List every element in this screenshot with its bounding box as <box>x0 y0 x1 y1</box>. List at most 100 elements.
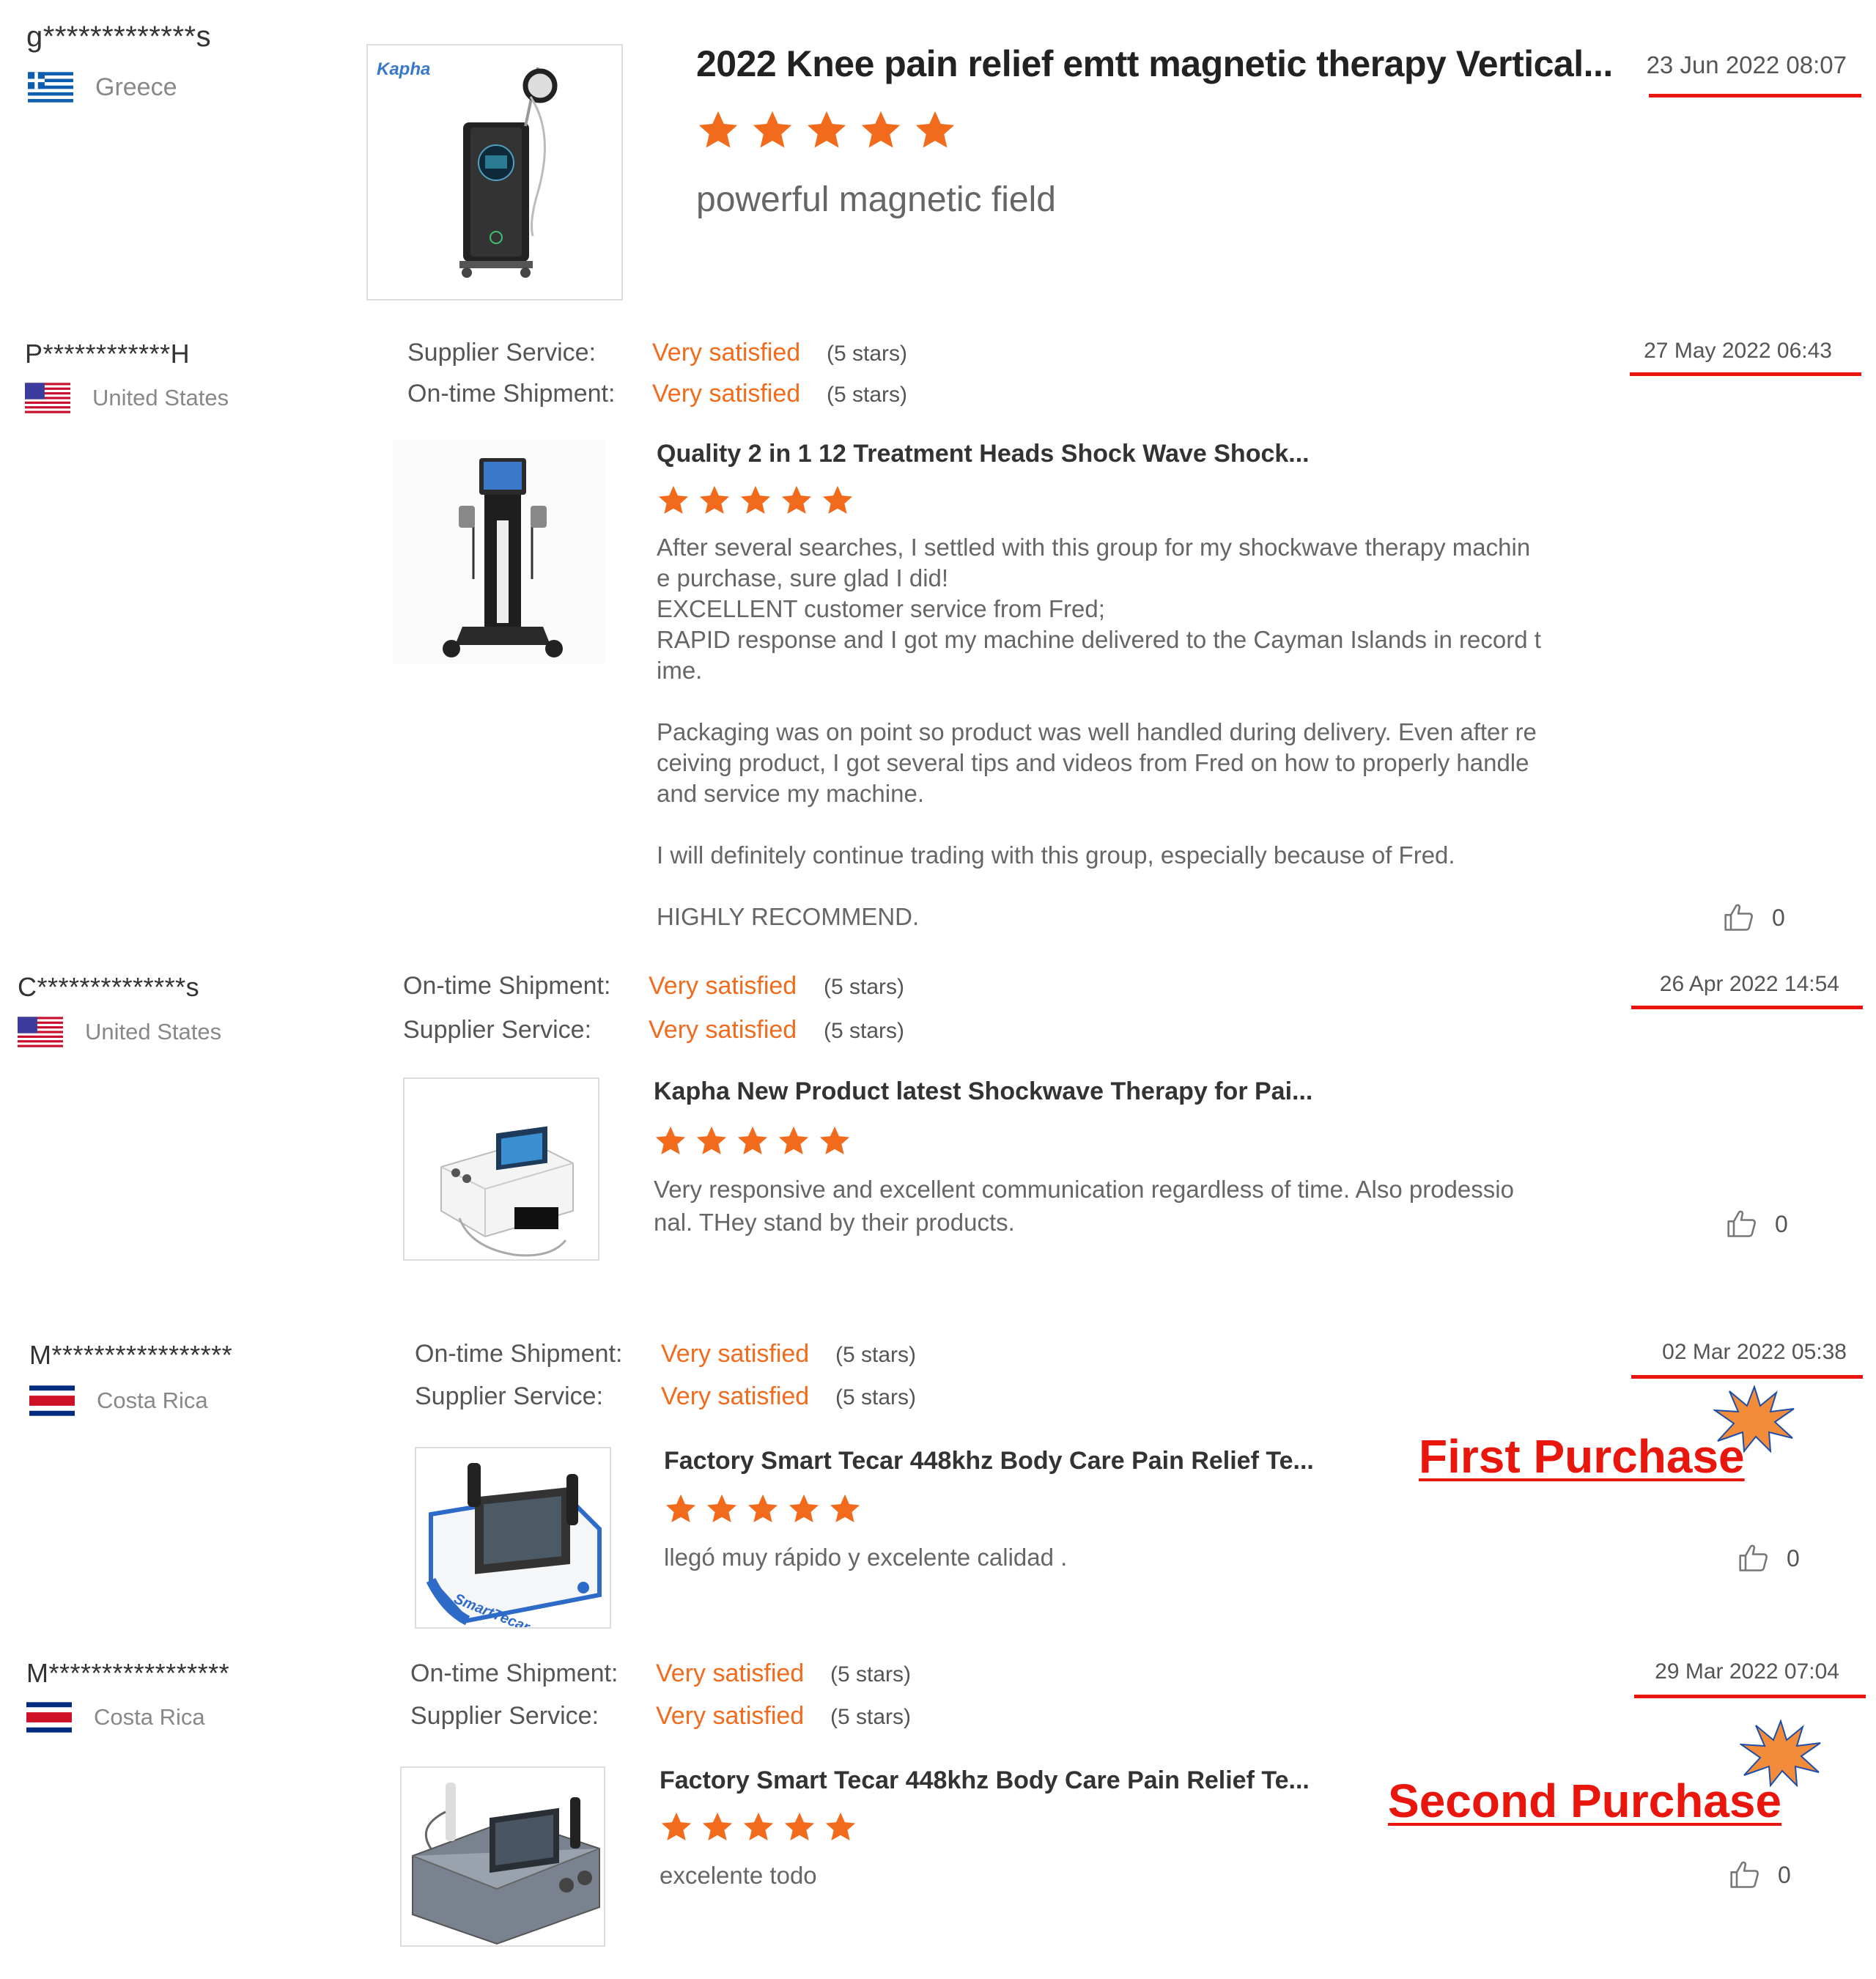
star-icon <box>699 485 730 515</box>
star-icon <box>915 111 955 148</box>
reviewer-country: United States <box>18 1017 221 1047</box>
tecar-device-image: SmartTecar <box>426 1463 602 1627</box>
brand-logo: Kapha <box>377 59 430 79</box>
reviewer-country: Costa Rica <box>26 1702 205 1733</box>
like-count: 0 <box>1778 1861 1791 1888</box>
star-icon <box>778 1126 809 1155</box>
star-icon <box>658 485 689 515</box>
reviewer-name: g*************s <box>26 21 212 53</box>
reviewer-name: M***************** <box>26 1658 230 1688</box>
review-text: llegó muy rápido y excelente calidad . <box>664 1544 1068 1571</box>
costa-rica-flag-icon <box>26 1702 72 1733</box>
like-button[interactable]: 0 <box>1728 1859 1791 1891</box>
star-icon <box>861 111 901 148</box>
shockwave-machine-image <box>443 458 563 657</box>
review-date: 23 Jun 2022 08:07 <box>1646 51 1847 78</box>
rating-label: Supplier Service: <box>407 339 597 366</box>
star-icon <box>740 485 771 515</box>
star-icon <box>743 1812 774 1841</box>
product-title[interactable]: Kapha New Product latest Shockwave Thera… <box>654 1077 1312 1106</box>
star-icon <box>807 111 846 148</box>
product-image[interactable] <box>403 1077 599 1261</box>
product-title[interactable]: Factory Smart Tecar 448khz Body Care Pai… <box>664 1447 1314 1475</box>
review-text: excelente todo <box>660 1862 817 1889</box>
thumbs-up-icon[interactable] <box>1725 1208 1759 1240</box>
rating-label: Supplier Service: <box>410 1702 599 1730</box>
rating-value: Very satisfied <box>649 972 797 1000</box>
rating-value: Very satisfied <box>661 1340 810 1368</box>
product-image[interactable] <box>400 1766 605 1947</box>
rating-value: Very satisfied <box>661 1382 810 1410</box>
rating-stars-count: (5 stars) <box>835 1385 917 1409</box>
like-button[interactable]: 0 <box>1725 1208 1788 1240</box>
product-title[interactable]: 2022 Knee pain relief emtt magnetic ther… <box>696 43 1613 85</box>
rating-value: Very satisfied <box>649 1016 797 1044</box>
usa-flag-icon <box>18 1017 63 1047</box>
tecar-device-image <box>412 1783 600 1945</box>
star-icon <box>781 485 812 515</box>
star-icon <box>661 1812 692 1841</box>
reviewer-name: P************H <box>25 339 191 369</box>
star-icon <box>753 111 792 148</box>
product-image[interactable] <box>393 440 605 663</box>
rating-label: On-time Shipment: <box>403 972 611 1000</box>
star-rating <box>696 108 957 152</box>
rating-value: Very satisfied <box>656 1659 805 1687</box>
review-date: 02 Mar 2022 05:38 <box>1662 1340 1847 1364</box>
like-button[interactable]: 0 <box>1737 1542 1800 1574</box>
star-rating <box>664 1492 862 1526</box>
review-date: 29 Mar 2022 07:04 <box>1655 1659 1839 1684</box>
thumbs-up-icon[interactable] <box>1728 1859 1762 1891</box>
thumbs-up-icon[interactable] <box>1722 902 1756 934</box>
rating-label: On-time Shipment: <box>407 380 616 408</box>
rating-label: Supplier Service: <box>415 1382 604 1410</box>
review-text: Very responsive and excellent communicat… <box>654 1176 1514 1236</box>
rating-value: Very satisfied <box>656 1702 805 1730</box>
like-count: 0 <box>1772 904 1785 931</box>
date-underline <box>1649 94 1861 97</box>
greece-flag-icon <box>28 72 73 103</box>
star-icon <box>822 485 853 515</box>
reviewer-country: United States <box>25 383 229 413</box>
rating-stars-count: (5 stars) <box>827 342 908 366</box>
reviewer-country: Greece <box>28 72 177 103</box>
product-image[interactable]: Kapha <box>366 44 623 301</box>
review-date: 26 Apr 2022 14:54 <box>1659 972 1839 996</box>
rating-label: On-time Shipment: <box>415 1340 623 1368</box>
like-count: 0 <box>1787 1544 1800 1571</box>
thumbs-up-icon[interactable] <box>1737 1542 1770 1574</box>
usa-flag-icon <box>25 383 70 413</box>
rating-stars-count: (5 stars) <box>830 1662 912 1687</box>
product-title[interactable]: Quality 2 in 1 12 Treatment Heads Shock … <box>657 440 1310 468</box>
date-underline <box>1630 372 1861 376</box>
rating-label: Supplier Service: <box>403 1016 592 1044</box>
shockwave-device-image <box>440 1126 574 1257</box>
first-purchase-annotation: First Purchase <box>1419 1430 1745 1483</box>
rating-stars-count: (5 stars) <box>824 975 905 999</box>
product-image[interactable]: SmartTecar <box>415 1447 611 1629</box>
review-text: powerful magnetic field <box>696 180 1056 219</box>
like-count: 0 <box>1775 1210 1788 1237</box>
reviewer-name: C**************s <box>18 972 200 1002</box>
star-icon <box>747 1494 778 1523</box>
rating-stars-count: (5 stars) <box>824 1019 905 1043</box>
emtt-machine-image: Kapha <box>377 59 558 278</box>
star-icon <box>830 1494 860 1523</box>
star-icon <box>665 1494 696 1523</box>
date-underline <box>1634 1695 1866 1698</box>
rating-stars-count: (5 stars) <box>830 1705 912 1729</box>
star-icon <box>737 1126 768 1155</box>
like-button[interactable]: 0 <box>1722 902 1785 934</box>
star-icon <box>655 1126 686 1155</box>
star-icon <box>706 1494 737 1523</box>
star-icon <box>698 111 738 148</box>
star-icon <box>819 1126 850 1155</box>
rating-stars-count: (5 stars) <box>835 1343 917 1367</box>
review-text: After several searches, I settled with t… <box>657 534 1541 930</box>
product-title[interactable]: Factory Smart Tecar 448khz Body Care Pai… <box>660 1766 1310 1795</box>
reviewer-country: Costa Rica <box>29 1385 208 1416</box>
date-underline <box>1631 1006 1863 1009</box>
star-icon <box>789 1494 819 1523</box>
review-date: 27 May 2022 06:43 <box>1644 339 1832 363</box>
star-icon <box>696 1126 727 1155</box>
